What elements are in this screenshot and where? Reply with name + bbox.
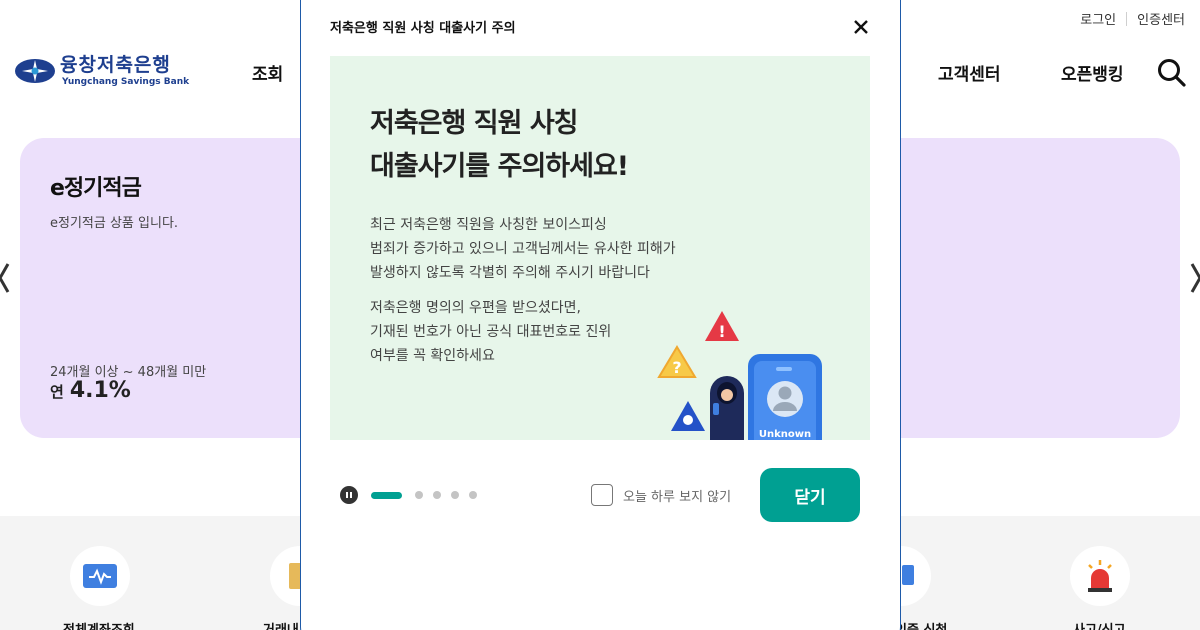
search-icon[interactable] (1156, 57, 1186, 87)
close-button[interactable]: 닫기 (760, 468, 860, 522)
login-link[interactable]: 로그인 (1080, 9, 1116, 28)
logo-emblem-icon (15, 59, 55, 83)
quick-item-report[interactable] (1070, 546, 1130, 606)
nav-item-open-banking[interactable]: 오픈뱅킹 (1061, 60, 1124, 85)
bank-logo[interactable]: 융창저축은행 Yungchang Savings Bank (14, 54, 189, 88)
utility-links: 로그인 인증센터 (1080, 9, 1185, 28)
account-monitor-icon (83, 564, 117, 588)
banner-title: e정기적금 (50, 176, 142, 201)
pager-dot[interactable] (469, 491, 477, 499)
svg-text:!: ! (718, 322, 725, 341)
quick-label-all-accounts: 전체계좌조회 (63, 619, 135, 630)
body2-line1: 저축은행 명의의 우편을 받으셨다면, (370, 300, 581, 316)
logo-name: 융창저축은행 (60, 54, 171, 76)
siren-icon (1088, 560, 1112, 592)
pager-dot[interactable] (433, 491, 441, 499)
chevron-right-icon[interactable] (1190, 262, 1200, 294)
notice-slide: 저축은행 직원 사칭 대출사기를 주의하세요! 최근 저축은행 직원을 사칭한 … (330, 56, 870, 440)
rate-prefix: 연 (50, 383, 64, 401)
scam-call-illustration: ? ! Unknown (657, 311, 822, 440)
pager-dot[interactable] (415, 491, 423, 499)
modal-title: 저축은행 직원 사칭 대출사기 주의 (330, 21, 516, 36)
quick-label-certificate: 인증 신청 (895, 619, 947, 630)
slide-pager (340, 486, 477, 504)
notice-headline: 저축은행 직원 사칭 대출사기를 주의하세요! (370, 102, 629, 188)
quick-item-all-accounts[interactable] (70, 546, 130, 606)
close-icon[interactable] (851, 17, 871, 37)
phone-caller-label: Unknown (759, 429, 811, 440)
chevron-left-icon[interactable] (0, 262, 10, 294)
nav-item-inquiry[interactable]: 조회 (252, 60, 283, 85)
checkbox-box[interactable] (591, 484, 613, 506)
dont-show-today-checkbox[interactable]: 오늘 하루 보지 않기 (591, 484, 731, 506)
dont-show-today-label: 오늘 하루 보지 않기 (623, 489, 732, 505)
cert-center-link[interactable]: 인증센터 (1137, 9, 1185, 28)
quick-label-report: 사고/신고 (1073, 619, 1126, 630)
headline-line1: 저축은행 직원 사칭 (370, 108, 579, 139)
banner-rate: 연 4.1% (50, 378, 131, 403)
notice-body-1: 최근 저축은행 직원을 사칭한 보이스피싱 범죄가 증가하고 있으니 고객님께서… (370, 213, 676, 285)
headline-line2: 대출사기를 주의하세요! (370, 151, 629, 182)
body2-line2: 기재된 번호가 아닌 공식 대표번호로 진위 (370, 324, 612, 340)
logo-name-en: Yungchang Savings Bank (62, 77, 190, 87)
body2-line3: 여부를 꼭 확인하세요 (370, 348, 495, 364)
notice-body-2: 저축은행 명의의 우편을 받으셨다면, 기재된 번호가 아닌 공식 대표번호로 … (370, 296, 611, 368)
svg-text:?: ? (672, 358, 681, 377)
body1-line3: 발생하지 않도록 각별히 주의해 주시기 바랍니다 (370, 265, 650, 281)
nav-item-customer-center[interactable]: 고객센터 (938, 60, 1001, 85)
pager-dot-active[interactable] (371, 491, 402, 499)
fraud-warning-modal: 저축은행 직원 사칭 대출사기 주의 저축은행 직원 사칭 대출사기를 주의하세… (300, 0, 901, 630)
rate-value: 4.1% (69, 378, 131, 403)
quick-label-transactions: 거래내 (263, 619, 299, 630)
body1-line2: 범죄가 증가하고 있으니 고객님께서는 유사한 피해가 (370, 241, 676, 257)
pager-dot[interactable] (451, 491, 459, 499)
banner-description: e정기적금 상품 입니다. (50, 216, 179, 231)
body1-line1: 최근 저축은행 직원을 사칭한 보이스피싱 (370, 217, 607, 233)
divider (1126, 11, 1128, 26)
pause-icon[interactable] (340, 486, 358, 504)
